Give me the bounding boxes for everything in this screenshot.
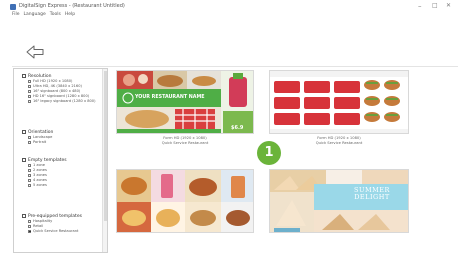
template-name: Form HD (1920 x 1080) Quick Service Rest… [315, 136, 363, 145]
option-label: 4 zones [33, 178, 47, 183]
section-label: Resolution [28, 73, 52, 79]
filter-option[interactable]: Portrait [28, 140, 53, 145]
menu-board-preview [270, 71, 408, 133]
template-thumbnail [269, 70, 409, 134]
template-card[interactable] [116, 169, 254, 247]
back-button[interactable] [26, 44, 44, 59]
step-number-badge: 1 [257, 141, 281, 165]
window-title: DigitalSign Express - (Restaurant Untitl… [19, 3, 125, 9]
menu-language[interactable]: Language [24, 12, 46, 20]
filter-option[interactable]: 5 zones [28, 183, 67, 188]
option-checkbox[interactable] [28, 219, 31, 223]
option-label: Landscape [33, 135, 53, 140]
template-card[interactable]: SUMMER DELIGHT [269, 169, 409, 247]
option-label: 1 zone [33, 163, 46, 168]
option-label: Ultra HD, 4K (3840 x 2160) [33, 84, 82, 89]
section-label: Pre-equipped templates [28, 213, 82, 219]
template-gallery: YOUR RESTAURANT NAME $6.9 Form HD (1920 … [112, 68, 458, 251]
maximize-button[interactable]: □ [432, 2, 438, 10]
toolbar-divider [12, 66, 458, 67]
option-label: 5 zones [33, 183, 47, 187]
menu-file[interactable]: File [12, 12, 20, 20]
option-label: Retail [33, 224, 44, 229]
section-label: Empty templates [28, 157, 67, 163]
summer-delight-preview [270, 170, 408, 232]
template-thumbnail: YOUR RESTAURANT NAME $6.9 [116, 70, 254, 134]
option-label: 3 zones [33, 173, 47, 178]
option-label: HD 16" signboard (1280 x 800) [33, 94, 90, 99]
section-label: Orientation [28, 129, 54, 135]
option-label: 16" legacy signboard (1280 x 800) [33, 99, 96, 103]
option-checkbox[interactable] [28, 178, 31, 182]
app-window: DigitalSign Express - (Restaurant Untitl… [6, 0, 458, 253]
option-checkbox[interactable] [28, 173, 31, 177]
menu-help[interactable]: Help [65, 12, 75, 20]
option-label: Full HD (1920 x 1080) [33, 79, 73, 84]
section-checkbox[interactable] [22, 74, 26, 78]
option-label: Hospitality [33, 219, 53, 224]
sidebar-scrollbar[interactable] [102, 69, 107, 252]
template-name: Form HD (1920 x 1080) Quick Service Rest… [161, 136, 209, 145]
menu-tools[interactable]: Tools [50, 12, 61, 20]
filter-section-empty-templates: Empty templates 1 zone 2 zones 3 zones 4… [22, 157, 67, 187]
food-collage-preview [117, 170, 253, 232]
filter-option[interactable]: 16" legacy signboard (1280 x 800) [28, 99, 95, 104]
option-label: Portrait [33, 140, 47, 145]
option-checkbox[interactable] [28, 99, 31, 103]
option-checkbox[interactable] [28, 94, 31, 98]
option-label: Quick Service Restaurant [33, 229, 79, 234]
option-checkbox[interactable] [28, 168, 31, 172]
option-checkbox[interactable] [28, 224, 31, 228]
filter-panel: Resolution Full HD (1920 x 1080) Ultra H… [13, 68, 108, 253]
app-icon [10, 4, 16, 10]
option-checkbox[interactable] [28, 183, 31, 187]
filter-section-orientation: Orientation Landscape Portrait [22, 129, 53, 145]
filter-section-resolution: Resolution Full HD (1920 x 1080) Ultra H… [22, 73, 95, 103]
option-label: 16" signboard (800 x 480) [33, 89, 81, 94]
template-card[interactable]: YOUR RESTAURANT NAME $6.9 Form HD (1920 … [116, 70, 254, 148]
section-checkbox[interactable] [22, 214, 26, 218]
option-checkbox-checked[interactable] [28, 229, 31, 233]
option-checkbox[interactable] [28, 84, 31, 88]
price-tag: $6.9 [231, 125, 244, 131]
template-card[interactable]: Form HD (1920 x 1080) Quick Service Rest… [269, 70, 409, 148]
menu-bar: File Language Tools Help [12, 12, 75, 20]
template-thumbnail: SUMMER DELIGHT [269, 169, 409, 233]
summer-delight-title: SUMMER DELIGHT [354, 186, 390, 201]
section-checkbox[interactable] [22, 130, 26, 134]
filter-section-pre-equipped: Pre-equipped templates Hospitality Retai… [22, 213, 82, 234]
section-checkbox[interactable] [22, 158, 26, 162]
option-checkbox[interactable] [28, 163, 31, 167]
close-button[interactable]: ✕ [446, 2, 451, 10]
minimize-button[interactable]: – [418, 2, 422, 10]
option-checkbox[interactable] [28, 79, 31, 83]
scrollbar-thumb[interactable] [103, 71, 107, 221]
back-arrow-icon [26, 45, 44, 59]
option-checkbox[interactable] [28, 135, 31, 139]
option-label: 2 zones [33, 168, 47, 173]
filter-option[interactable]: HD 16" signboard (1280 x 800) [28, 94, 95, 99]
filter-option[interactable]: Quick Service Restaurant [28, 229, 82, 234]
template-thumbnail [116, 169, 254, 233]
option-checkbox[interactable] [28, 140, 31, 144]
banner-restaurant-name: YOUR RESTAURANT NAME [135, 95, 205, 100]
option-checkbox[interactable] [28, 89, 31, 93]
